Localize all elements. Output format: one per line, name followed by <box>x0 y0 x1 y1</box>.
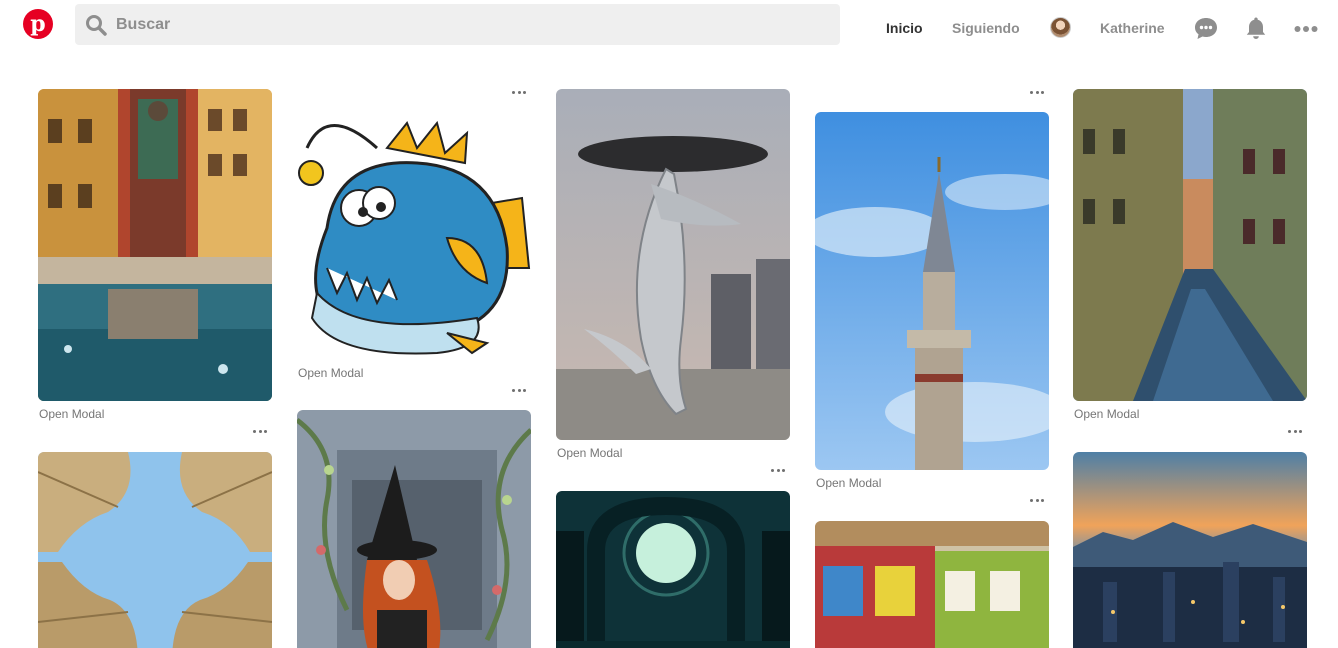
pin-city-sunset-image[interactable] <box>1073 452 1307 648</box>
nav-home-link[interactable]: Inicio <box>886 20 923 36</box>
pin-minaret-image[interactable] <box>815 112 1049 470</box>
pin-caption[interactable]: Open Modal <box>557 446 622 460</box>
bell-icon[interactable] <box>1243 15 1269 41</box>
pin-more-icon[interactable] <box>1030 495 1044 505</box>
pin-caption[interactable]: Open Modal <box>298 366 363 380</box>
chat-icon[interactable] <box>1193 15 1219 41</box>
avatar[interactable] <box>1050 17 1071 38</box>
pin-caption[interactable]: Open Modal <box>39 407 104 421</box>
top-navigation-bar: p Inicio Siguiendo Katherine <box>0 0 1338 56</box>
pinterest-logo-icon[interactable]: p <box>23 9 53 39</box>
pin-anglerfish-image[interactable] <box>297 108 531 363</box>
pin-whale-statue-image[interactable] <box>556 89 790 440</box>
pin-more-icon[interactable] <box>512 87 526 97</box>
pin-more-icon[interactable] <box>771 465 785 475</box>
pin-more-icon[interactable] <box>1030 87 1044 97</box>
nav-user-link[interactable]: Katherine <box>1100 20 1165 36</box>
pin-more-icon[interactable] <box>253 426 267 436</box>
pin-witch-image[interactable] <box>297 410 531 648</box>
search-bar[interactable] <box>75 4 840 45</box>
logo-letter: p <box>30 11 46 37</box>
pin-caption[interactable]: Open Modal <box>816 476 881 490</box>
more-icon[interactable] <box>1293 15 1319 41</box>
nav-following-link[interactable]: Siguiendo <box>952 20 1020 36</box>
pin-caption[interactable]: Open Modal <box>1074 407 1139 421</box>
pin-more-icon[interactable] <box>512 385 526 395</box>
pin-moon-arches-image[interactable] <box>556 491 790 648</box>
pin-more-icon[interactable] <box>1288 426 1302 436</box>
pin-houses-image[interactable] <box>815 521 1049 648</box>
pin-sunshade-image[interactable] <box>38 452 272 648</box>
pin-canal-image[interactable] <box>1073 89 1307 401</box>
search-icon <box>86 14 107 36</box>
search-input[interactable] <box>116 15 716 34</box>
pin-fountain-image[interactable] <box>38 89 272 401</box>
